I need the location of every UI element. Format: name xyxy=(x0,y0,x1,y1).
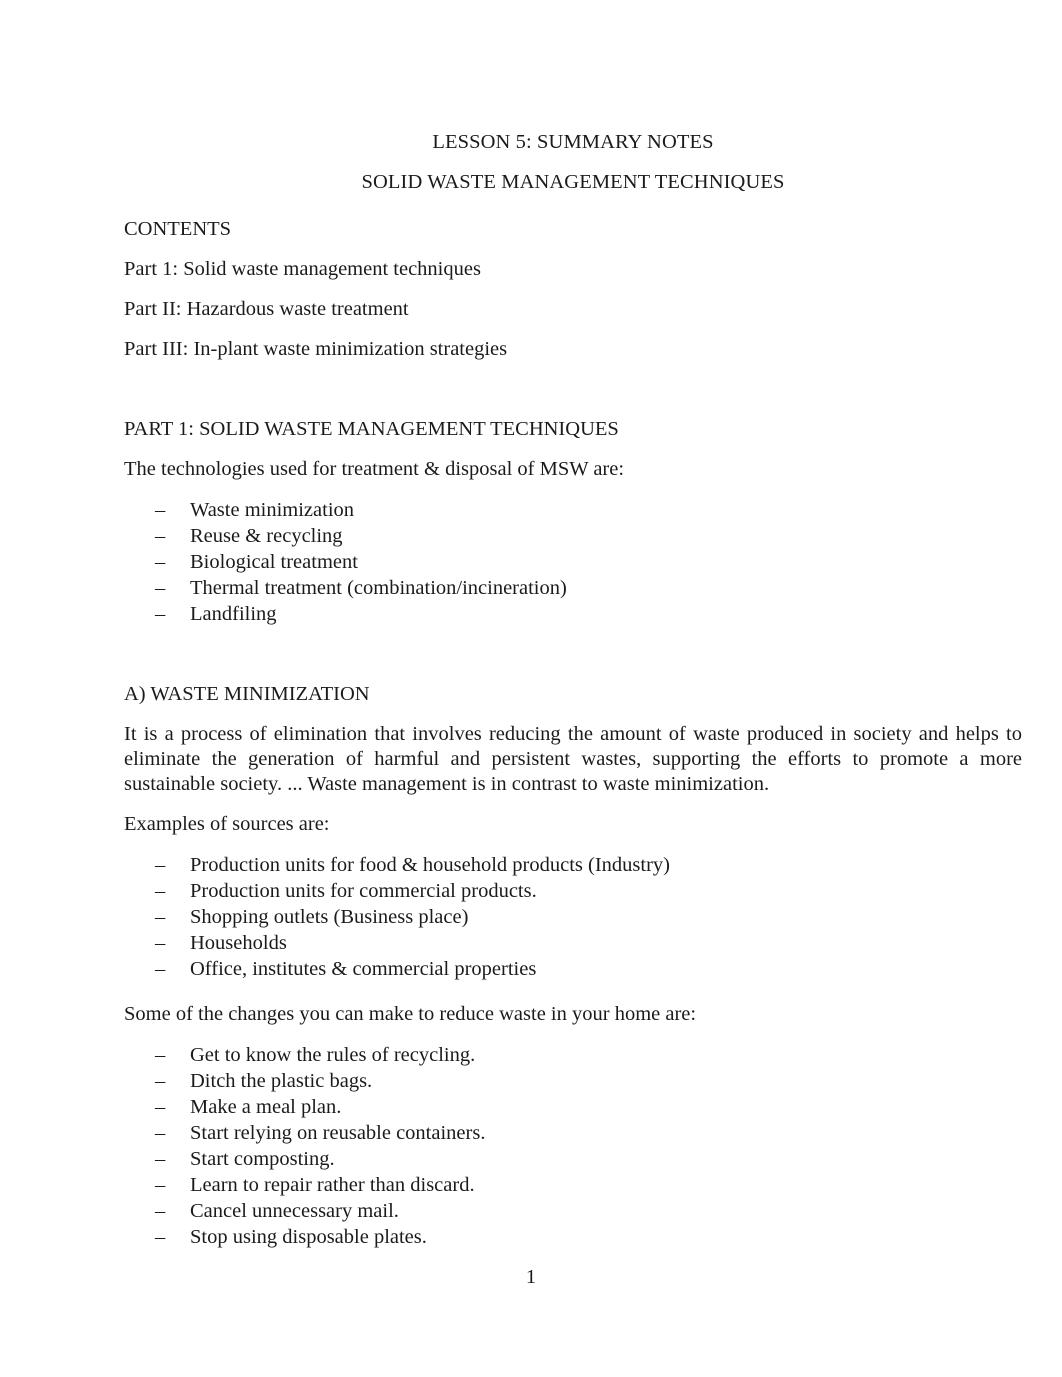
list-item: – Make a meal plan. xyxy=(124,1094,1022,1120)
changes-list: – Get to know the rules of recycling. – … xyxy=(124,1042,1022,1250)
list-item-label: Production units for commercial products… xyxy=(190,880,537,902)
dash-bullet-icon: – xyxy=(155,1070,166,1092)
dash-bullet-icon: – xyxy=(155,577,166,599)
list-item: – Learn to repair rather than discard. xyxy=(124,1172,1022,1198)
list-item-label: Production units for food & household pr… xyxy=(190,854,670,876)
list-item-label: Learn to repair rather than discard. xyxy=(190,1174,475,1196)
list-item-label: Start relying on reusable containers. xyxy=(190,1122,486,1144)
changes-intro: Some of the changes you can make to redu… xyxy=(124,1003,697,1025)
list-item-label: Reuse & recycling xyxy=(190,525,343,547)
list-item-label: Start composting. xyxy=(190,1148,335,1170)
technologies-intro: The technologies used for treatment & di… xyxy=(124,458,625,480)
list-item: – Production units for commercial produc… xyxy=(124,878,1022,904)
list-item-label: Waste minimization xyxy=(190,499,355,521)
list-item: – Start relying on reusable containers. xyxy=(124,1120,1022,1146)
list-item: – Biological treatment xyxy=(124,549,1022,575)
dash-bullet-icon: – xyxy=(155,854,166,876)
list-item-label: Get to know the rules of recycling. xyxy=(190,1044,476,1066)
list-item: – Production units for food & household … xyxy=(124,852,1022,878)
list-item-label: Households xyxy=(190,932,287,954)
list-item: – Landfiling xyxy=(124,601,1022,627)
list-item: – Start composting. xyxy=(124,1146,1022,1172)
list-item: – Thermal treatment (combination/inciner… xyxy=(124,575,1022,601)
list-item-label: Thermal treatment (combination/incinerat… xyxy=(190,577,567,599)
dash-bullet-icon: – xyxy=(155,932,166,954)
list-item: – Get to know the rules of recycling. xyxy=(124,1042,1022,1068)
list-item: – Cancel unnecessary mail. xyxy=(124,1198,1022,1224)
dash-bullet-icon: – xyxy=(155,603,166,625)
list-item-label: Office, institutes & commercial properti… xyxy=(190,958,537,980)
list-item: – Office, institutes & commercial proper… xyxy=(124,956,1022,982)
contents-item-part-3: Part III: In-plant waste minimization st… xyxy=(124,338,508,360)
contents-heading: CONTENTS xyxy=(124,218,232,240)
list-item-label: Shopping outlets (Business place) xyxy=(190,906,469,928)
section-a-paragraph: It is a process of elimination that invo… xyxy=(124,723,1022,795)
document-title-line-2: SOLID WASTE MANAGEMENT TECHNIQUES xyxy=(361,171,785,193)
dash-bullet-icon: – xyxy=(155,1044,166,1066)
document-body: LESSON 5: SUMMARY NOTES SOLID WASTE MANA… xyxy=(124,122,1022,1250)
dash-bullet-icon: – xyxy=(155,1096,166,1118)
sources-list: – Production units for food & household … xyxy=(124,852,1022,982)
list-item: – Ditch the plastic bags. xyxy=(124,1068,1022,1094)
technologies-list: – Waste minimization – Reuse & recycling… xyxy=(124,497,1022,627)
list-item-label: Ditch the plastic bags. xyxy=(190,1070,373,1092)
sources-intro: Examples of sources are: xyxy=(124,813,330,835)
contents-item-part-1: Part 1: Solid waste management technique… xyxy=(124,258,481,280)
contents-item-part-2: Part II: Hazardous waste treatment xyxy=(124,298,409,320)
list-item-label: Stop using disposable plates. xyxy=(190,1226,427,1248)
list-item: – Waste minimization xyxy=(124,497,1022,523)
part-1-heading: PART 1: SOLID WASTE MANAGEMENT TECHNIQUE… xyxy=(124,418,619,440)
dash-bullet-icon: – xyxy=(155,1200,166,1222)
list-item-label: Make a meal plan. xyxy=(190,1096,342,1118)
list-item: – Stop using disposable plates. xyxy=(124,1224,1022,1250)
section-a-heading: A) WASTE MINIMIZATION xyxy=(124,683,370,705)
page-number: 1 xyxy=(525,1266,537,1288)
document-page: LESSON 5: SUMMARY NOTES SOLID WASTE MANA… xyxy=(0,0,1062,1377)
document-title-line-1: LESSON 5: SUMMARY NOTES xyxy=(432,131,714,153)
dash-bullet-icon: – xyxy=(155,1174,166,1196)
dash-bullet-icon: – xyxy=(155,906,166,928)
list-item-label: Cancel unnecessary mail. xyxy=(190,1200,399,1222)
dash-bullet-icon: – xyxy=(155,525,166,547)
list-item: – Reuse & recycling xyxy=(124,523,1022,549)
dash-bullet-icon: – xyxy=(155,958,166,980)
dash-bullet-icon: – xyxy=(155,551,166,573)
list-item: – Shopping outlets (Business place) xyxy=(124,904,1022,930)
list-item: – Households xyxy=(124,930,1022,956)
dash-bullet-icon: – xyxy=(155,499,166,521)
dash-bullet-icon: – xyxy=(155,880,166,902)
list-item-label: Biological treatment xyxy=(190,551,358,573)
dash-bullet-icon: – xyxy=(155,1226,166,1248)
list-item-label: Landfiling xyxy=(190,603,277,625)
dash-bullet-icon: – xyxy=(155,1148,166,1170)
dash-bullet-icon: – xyxy=(155,1122,166,1144)
